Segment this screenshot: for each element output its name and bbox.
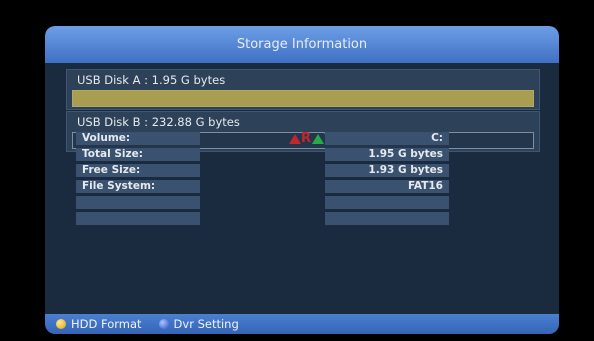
watermark-letter-r: R xyxy=(301,131,313,146)
disk-b-label: USB Disk B : 232.88 G bytes xyxy=(77,115,240,129)
info-labels-column: Volume: Total Size: Free Size: File Syst… xyxy=(76,132,200,228)
page-title: Storage Information xyxy=(236,37,368,52)
empty-label-row xyxy=(76,196,200,209)
hdd-format-label: HDD Format xyxy=(71,317,142,331)
file-system-label: File System: xyxy=(76,180,200,193)
empty-value-row xyxy=(325,212,449,225)
blue-button-icon xyxy=(158,319,169,329)
yellow-button-icon xyxy=(56,319,66,329)
hdd-format-button[interactable]: HDD Format xyxy=(56,317,142,331)
file-system-value: FAT16 xyxy=(325,180,449,193)
empty-label-row xyxy=(76,212,200,225)
info-values-column: C: 1.95 G bytes 1.93 G bytes FAT16 xyxy=(325,132,449,228)
total-size-value: 1.95 G bytes xyxy=(325,148,449,161)
disk-a-panel[interactable]: USB Disk A : 1.95 G bytes xyxy=(66,69,540,110)
volume-value: C: xyxy=(325,132,449,145)
disk-a-usage-fill xyxy=(73,91,533,106)
page-title-bar: Storage Information xyxy=(45,26,559,63)
free-size-value: 1.93 G bytes xyxy=(325,164,449,177)
dvr-setting-button[interactable]: Dvr Setting xyxy=(158,317,239,331)
green-triangle-icon xyxy=(312,133,325,144)
disk-a-usage-bar xyxy=(72,90,534,107)
dvr-setting-label: Dvr Setting xyxy=(173,317,239,331)
total-size-label: Total Size: xyxy=(76,148,200,161)
volume-label: Volume: xyxy=(76,132,200,145)
footer-bar: HDD Format Dvr Setting xyxy=(45,314,559,334)
disk-a-label: USB Disk A : 1.95 G bytes xyxy=(77,73,226,87)
empty-value-row xyxy=(325,196,449,209)
red-triangle-icon xyxy=(289,133,301,144)
free-size-label: Free Size: xyxy=(76,164,200,177)
